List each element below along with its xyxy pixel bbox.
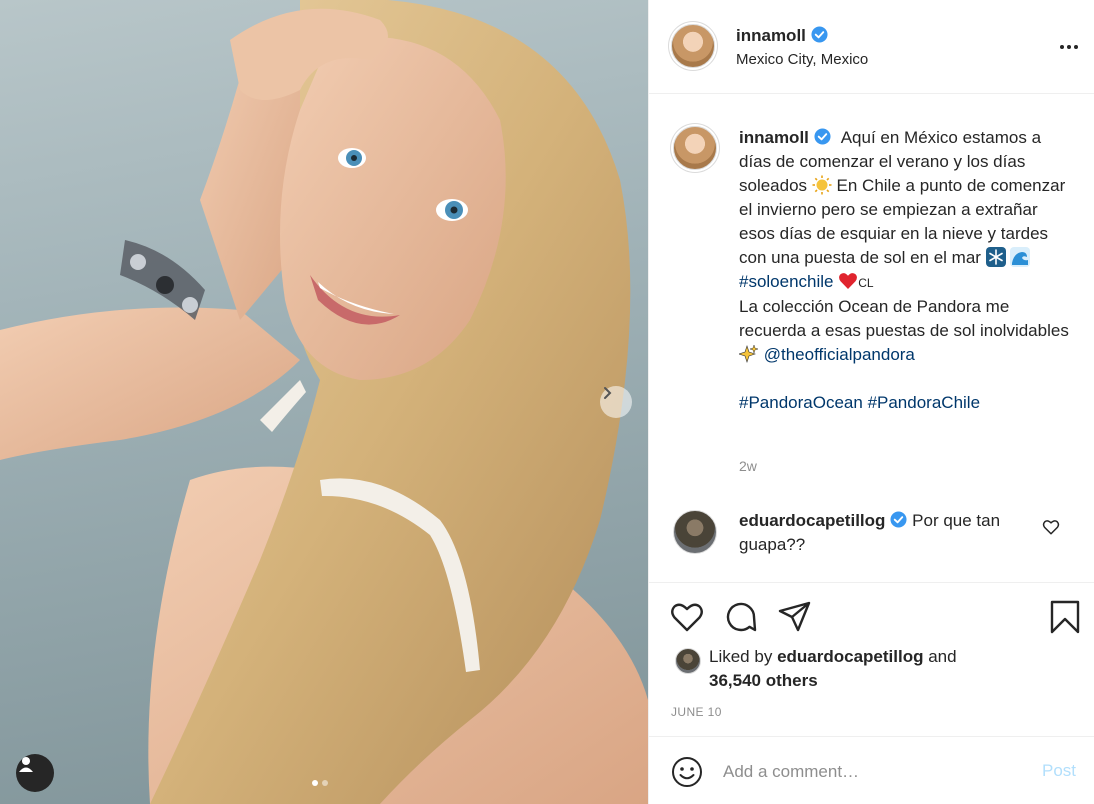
heart-icon[interactable]	[669, 599, 705, 635]
post-photo[interactable]	[0, 0, 648, 804]
caption-author-text[interactable]: innamoll	[739, 128, 809, 147]
comment-input[interactable]	[723, 757, 1023, 787]
comment-bubble-icon[interactable]	[723, 599, 759, 635]
commenter-avatar[interactable]	[673, 510, 717, 554]
add-comment-bar: Post	[649, 736, 1094, 804]
likes-summary: Liked by eduardocapetillog and 36,540 ot…	[709, 645, 1049, 693]
comment-like-heart-icon[interactable]	[1042, 518, 1060, 536]
caption-author-username[interactable]: innamoll	[739, 128, 831, 147]
caption-author-avatar[interactable]	[673, 126, 717, 170]
sparkles-emoji-icon	[739, 344, 759, 363]
author-username-text[interactable]: innamoll	[736, 26, 806, 45]
author-username-header[interactable]: innamoll	[736, 26, 828, 46]
chile-flag-text: CL	[858, 276, 874, 290]
post-comment-button[interactable]: Post	[1042, 761, 1076, 781]
carousel-next-button[interactable]	[600, 386, 632, 418]
commenter-username-text[interactable]: eduardocapetillog	[739, 511, 885, 530]
commenter-username[interactable]: eduardocapetillog	[739, 511, 907, 530]
sun-emoji-icon	[812, 175, 832, 195]
verified-badge-icon	[814, 128, 831, 145]
smiley-icon[interactable]	[671, 756, 703, 788]
user-tag-button[interactable]	[16, 754, 54, 792]
red-heart-emoji-icon	[839, 273, 858, 289]
chevron-right-icon	[604, 387, 612, 399]
photo-illustration	[0, 0, 648, 804]
user-tag-icon	[19, 757, 33, 772]
author-avatar[interactable]	[671, 24, 715, 68]
verified-badge-icon	[811, 26, 828, 43]
liked-by-username[interactable]: eduardocapetillog	[777, 647, 923, 666]
post-header: innamoll Mexico City, Mexico	[649, 0, 1094, 94]
paper-plane-icon[interactable]	[777, 599, 813, 635]
carousel-dot-active	[312, 780, 318, 786]
carousel-dot	[322, 780, 328, 786]
hashtag-pandoraocean[interactable]: #PandoraOcean	[739, 393, 863, 412]
likes-prefix: Liked by	[709, 647, 773, 666]
mention-theofficialpandora[interactable]: @theofficialpandora	[764, 345, 915, 364]
carousel-indicator	[312, 780, 328, 786]
post-caption: innamoll Aquí en México estamos a días d…	[739, 126, 1074, 415]
comment-item: eduardocapetillog Por que tan guapa??	[739, 509, 1039, 557]
hashtag-soloenchile[interactable]: #soloenchile	[739, 272, 834, 291]
bookmark-icon[interactable]	[1047, 599, 1083, 635]
post-actions: Liked by eduardocapetillog and 36,540 ot…	[649, 582, 1094, 736]
post-details-panel: innamoll Mexico City, Mexico innamoll Aq…	[648, 0, 1094, 804]
post-time-ago[interactable]: 2w	[739, 458, 757, 474]
likes-others-count[interactable]: 36,540 others	[709, 671, 818, 690]
post-location[interactable]: Mexico City, Mexico	[736, 51, 868, 68]
likes-conjunction: and	[928, 647, 957, 666]
hashtag-pandorachile[interactable]: #PandoraChile	[868, 393, 980, 412]
more-options-icon[interactable]	[1057, 35, 1081, 59]
verified-badge-icon	[890, 511, 907, 528]
snowflake-emoji-icon	[985, 247, 1006, 267]
post-date[interactable]: JUNE 10	[671, 705, 722, 719]
caption-text-3: La colección Ocean de Pandora me recuerd…	[739, 297, 1069, 340]
wave-emoji-icon	[1010, 247, 1031, 267]
liked-by-avatar[interactable]	[675, 648, 701, 674]
